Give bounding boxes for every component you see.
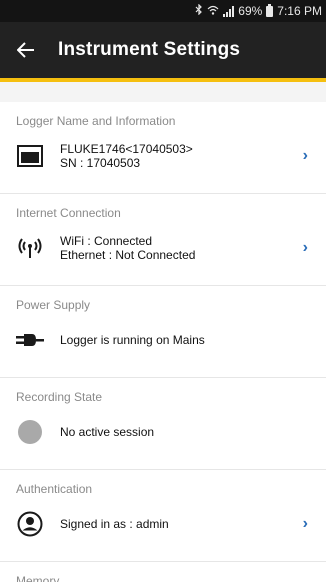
section-recording: Recording State No active session [0, 378, 326, 470]
battery-icon [266, 3, 274, 17]
signal-icon [223, 5, 235, 17]
authentication-row[interactable]: Signed in as : admin › [16, 500, 314, 548]
antenna-icon [16, 234, 44, 262]
ethernet-status: Ethernet : Not Connected [60, 248, 196, 262]
back-button[interactable] [4, 22, 48, 78]
status-bar: 69% 7:16 PM [0, 0, 326, 22]
power-supply-text: Logger is running on Mains [60, 333, 205, 347]
section-header-internet: Internet Connection [16, 206, 121, 220]
recording-state-text: No active session [60, 425, 155, 439]
section-header-recording: Recording State [16, 390, 103, 404]
bluetooth-icon [195, 3, 203, 18]
internet-connection-row[interactable]: WiFi : Connected Ethernet : Not Connecte… [16, 224, 314, 272]
wifi-icon [207, 5, 219, 18]
chevron-right-icon[interactable]: › [303, 239, 308, 257]
app-bar: Instrument Settings [0, 22, 326, 78]
section-memory: Memory [0, 562, 326, 582]
clock-time: 7:16 PM [277, 4, 322, 18]
settings-list: Logger Name and Information FLUKE1746<17… [0, 102, 326, 582]
recording-state-row: No active session [16, 408, 314, 456]
section-logger: Logger Name and Information FLUKE1746<17… [0, 102, 326, 194]
page-title: Instrument Settings [58, 39, 241, 60]
internet-status-text: WiFi : Connected Ethernet : Not Connecte… [60, 234, 314, 262]
section-header-power: Power Supply [16, 298, 91, 312]
idle-circle-icon [16, 418, 44, 446]
section-header-authentication: Authentication [16, 482, 93, 496]
logger-info-row[interactable]: FLUKE1746<17040503> SN : 17040503 › [16, 132, 314, 180]
logger-info-text: FLUKE1746<17040503> SN : 17040503 [60, 142, 314, 170]
battery-percent: 69% [238, 4, 263, 18]
section-internet: Internet Connection WiFi : Connected Eth… [0, 194, 326, 286]
signed-in-text: Signed in as : admin [60, 517, 169, 531]
wifi-status: WiFi : Connected [60, 234, 153, 248]
logger-name: FLUKE1746<17040503> [60, 142, 193, 156]
user-icon [16, 510, 44, 538]
power-supply-row: Logger is running on Mains [16, 316, 314, 364]
chevron-right-icon[interactable]: › [303, 515, 308, 533]
logger-serial: SN : 17040503 [60, 156, 141, 170]
section-header-memory: Memory [16, 574, 60, 582]
section-authentication: Authentication Signed in as : admin › [0, 470, 326, 562]
arrow-left-icon [17, 42, 34, 58]
top-shade [0, 82, 326, 102]
section-power: Power Supply Logger is running on Mains [0, 286, 326, 378]
power-plug-icon [16, 326, 44, 354]
device-icon [16, 142, 44, 170]
chevron-right-icon[interactable]: › [303, 147, 308, 165]
section-header-logger: Logger Name and Information [16, 114, 176, 128]
